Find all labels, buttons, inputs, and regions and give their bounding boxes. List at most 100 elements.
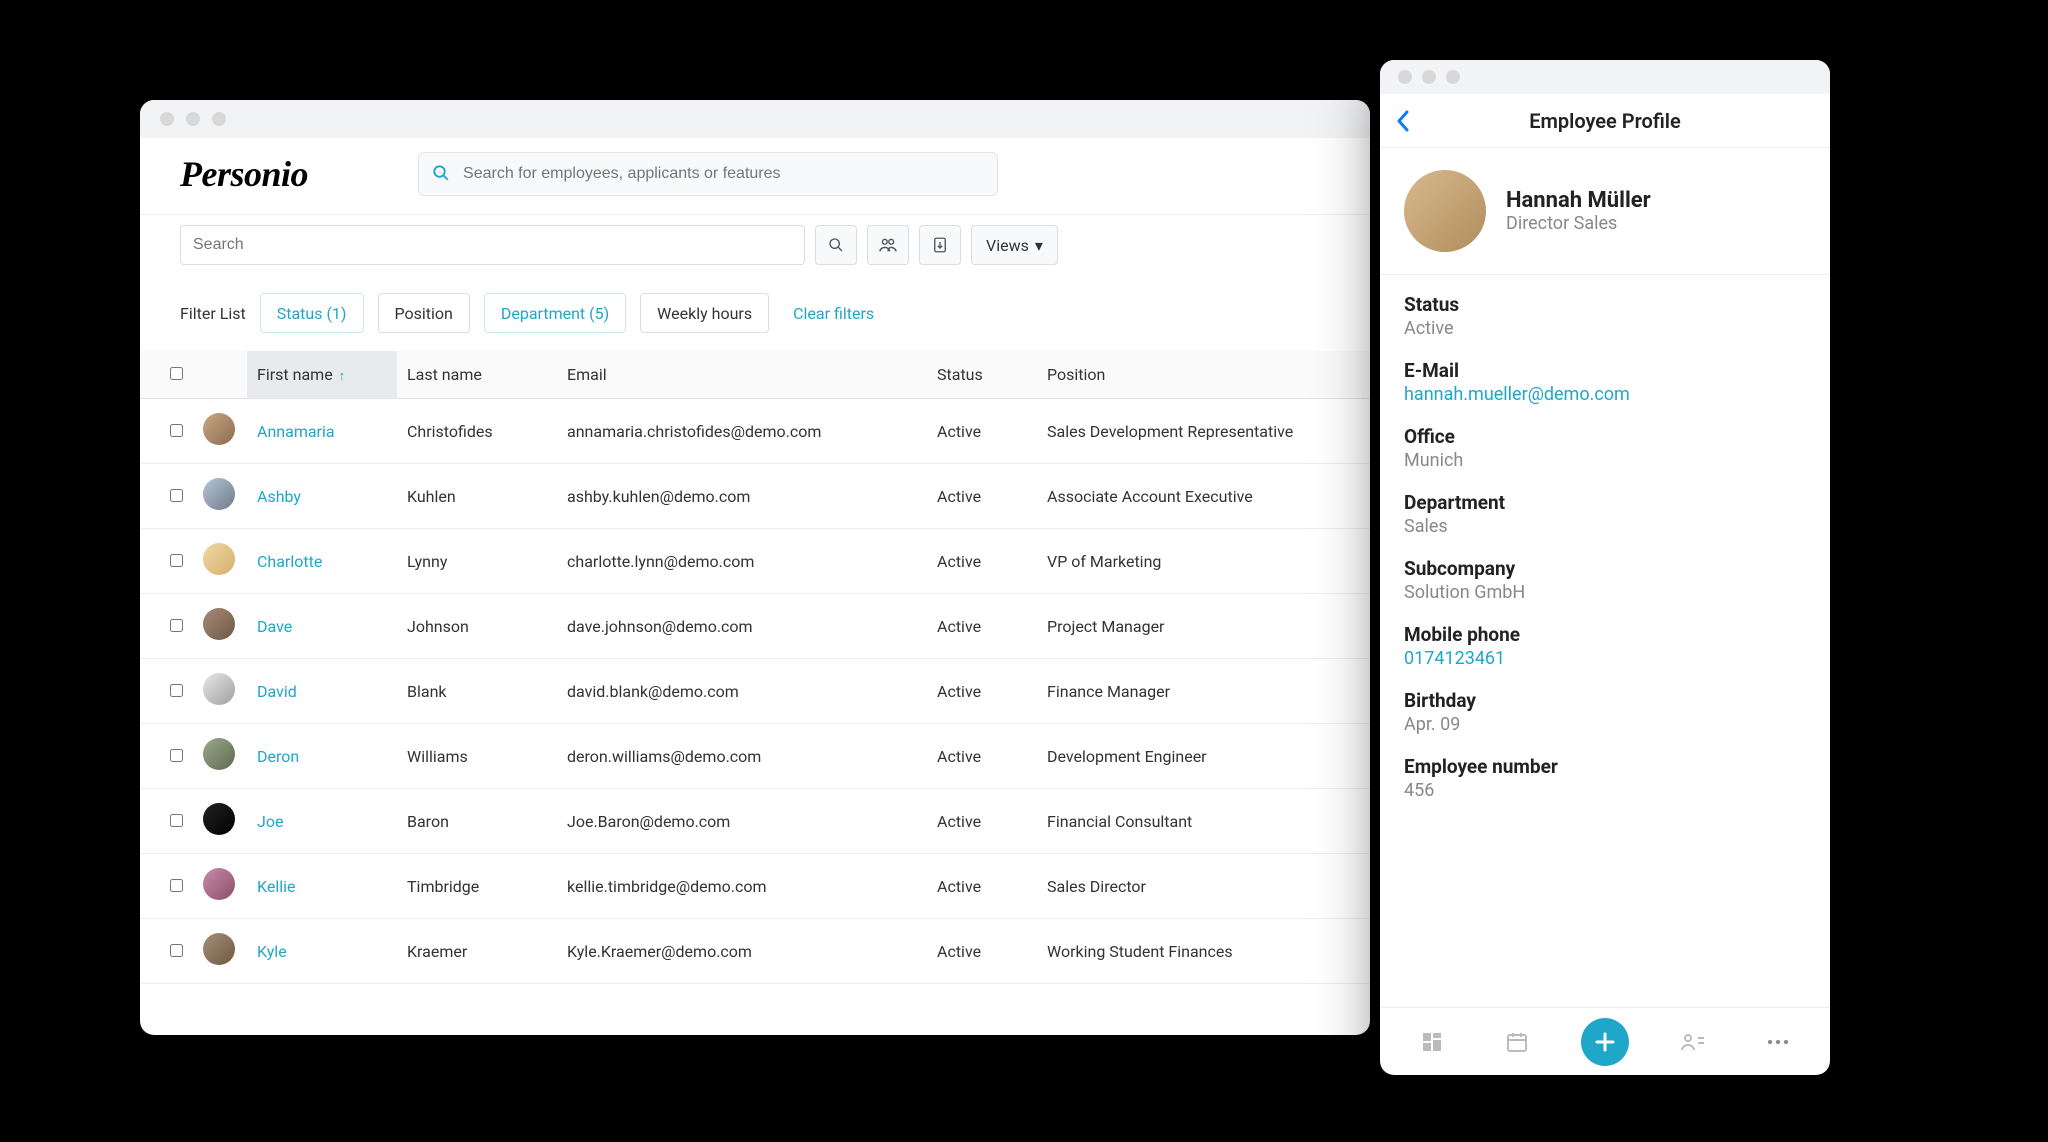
tab-more-icon[interactable] [1758,1022,1798,1062]
cell-status: Active [927,399,1037,464]
search-button[interactable] [815,225,857,265]
cell-first-name[interactable]: Ashby [247,464,397,529]
app-logo: Personio [180,153,308,195]
export-button[interactable] [919,225,961,265]
field-value[interactable]: 0174123461 [1404,648,1806,669]
cell-status: Active [927,659,1037,724]
cell-last-name: Christofides [397,399,557,464]
select-all-checkbox[interactable] [170,367,183,380]
table-row[interactable]: CharlotteLynnycharlotte.lynn@demo.comAct… [140,529,1370,594]
row-checkbox[interactable] [170,814,183,827]
filter-bar: Filter List Status (1)PositionDepartment… [140,275,1370,351]
list-search [180,225,805,265]
filter-chip[interactable]: Status (1) [260,293,364,333]
table-row[interactable]: DaveJohnsondave.johnson@demo.comActivePr… [140,594,1370,659]
row-checkbox[interactable] [170,684,183,697]
back-button[interactable] [1396,110,1410,132]
team-button[interactable] [867,225,909,265]
cell-last-name: Williams [397,724,557,789]
cell-first-name[interactable]: David [247,659,397,724]
employee-list-window: Personio Views ▾ Filter List Status (1)P… [140,100,1370,1035]
row-checkbox[interactable] [170,944,183,957]
cell-first-name[interactable]: Annamaria [247,399,397,464]
column-header-position[interactable]: Position [1037,351,1370,399]
cell-email: Kyle.Kraemer@demo.com [557,919,927,984]
field-label: Status [1404,293,1806,316]
cell-first-name[interactable]: Joe [247,789,397,854]
field-label: Birthday [1404,689,1806,712]
avatar [203,868,235,900]
field-label: Subcompany [1404,557,1806,580]
profile-window-chrome [1380,60,1830,94]
row-checkbox[interactable] [170,424,183,437]
field-value: Apr. 09 [1404,714,1806,735]
tab-contacts-icon[interactable] [1673,1022,1713,1062]
cell-status: Active [927,854,1037,919]
cell-email: dave.johnson@demo.com [557,594,927,659]
column-header-status[interactable]: Status [927,351,1037,399]
global-search-input[interactable] [418,152,998,196]
list-search-input[interactable] [180,225,805,265]
traffic-light-minimize-icon[interactable] [1422,70,1436,84]
avatar [203,413,235,445]
profile-field: Mobile phone0174123461 [1404,623,1806,669]
row-checkbox[interactable] [170,619,183,632]
traffic-light-close-icon[interactable] [1398,70,1412,84]
cell-status: Active [927,724,1037,789]
column-header-email[interactable]: Email [557,351,927,399]
table-row[interactable]: KyleKraemerKyle.Kraemer@demo.comActiveWo… [140,919,1370,984]
clear-filters-link[interactable]: Clear filters [793,304,874,323]
cell-email: deron.williams@demo.com [557,724,927,789]
tab-dashboard-icon[interactable] [1412,1022,1452,1062]
cell-first-name[interactable]: Kyle [247,919,397,984]
row-checkbox[interactable] [170,554,183,567]
table-row[interactable]: DeronWilliamsderon.williams@demo.comActi… [140,724,1370,789]
row-checkbox[interactable] [170,749,183,762]
field-value: Sales [1404,516,1806,537]
traffic-light-maximize-icon[interactable] [212,112,226,126]
profile-field: E-Mailhannah.mueller@demo.com [1404,359,1806,405]
table-row[interactable]: DavidBlankdavid.blank@demo.comActiveFina… [140,659,1370,724]
row-checkbox[interactable] [170,879,183,892]
traffic-light-maximize-icon[interactable] [1446,70,1460,84]
avatar [203,803,235,835]
column-header-last-name[interactable]: Last name [397,351,557,399]
field-value: Munich [1404,450,1806,471]
column-header-first-name[interactable]: First name↑ [247,351,397,399]
cell-last-name: Lynny [397,529,557,594]
employee-profile-window: Employee Profile Hannah Müller Director … [1380,60,1830,1075]
profile-field: OfficeMunich [1404,425,1806,471]
views-dropdown[interactable]: Views ▾ [971,225,1058,265]
cell-status: Active [927,919,1037,984]
cell-position: Development Engineer [1037,724,1370,789]
cell-first-name[interactable]: Kellie [247,854,397,919]
profile-header: Employee Profile [1380,94,1830,148]
cell-first-name[interactable]: Deron [247,724,397,789]
cell-status: Active [927,789,1037,854]
table-row[interactable]: JoeBaronJoe.Baron@demo.comActiveFinancia… [140,789,1370,854]
cell-first-name[interactable]: Charlotte [247,529,397,594]
table-row[interactable]: AnnamariaChristofidesannamaria.christofi… [140,399,1370,464]
avatar [203,543,235,575]
add-button[interactable] [1581,1018,1629,1066]
sort-asc-icon: ↑ [339,369,346,384]
cell-first-name[interactable]: Dave [247,594,397,659]
search-icon [432,164,450,182]
table-row[interactable]: AshbyKuhlenashby.kuhlen@demo.comActiveAs… [140,464,1370,529]
filter-chip[interactable]: Weekly hours [640,293,769,333]
tab-calendar-icon[interactable] [1497,1022,1537,1062]
traffic-light-close-icon[interactable] [160,112,174,126]
global-search [418,152,998,196]
employee-table: First name↑ Last name Email Status Posit… [140,351,1370,984]
views-label: Views [986,236,1029,255]
table-row[interactable]: KellieTimbridgekellie.timbridge@demo.com… [140,854,1370,919]
traffic-light-minimize-icon[interactable] [186,112,200,126]
field-value: 456 [1404,780,1806,801]
row-checkbox[interactable] [170,489,183,502]
cell-position: Finance Manager [1037,659,1370,724]
profile-title: Employee Profile [1529,109,1681,133]
filter-chip[interactable]: Department (5) [484,293,626,333]
filter-chip[interactable]: Position [378,293,470,333]
field-value[interactable]: hannah.mueller@demo.com [1404,384,1806,405]
cell-status: Active [927,594,1037,659]
